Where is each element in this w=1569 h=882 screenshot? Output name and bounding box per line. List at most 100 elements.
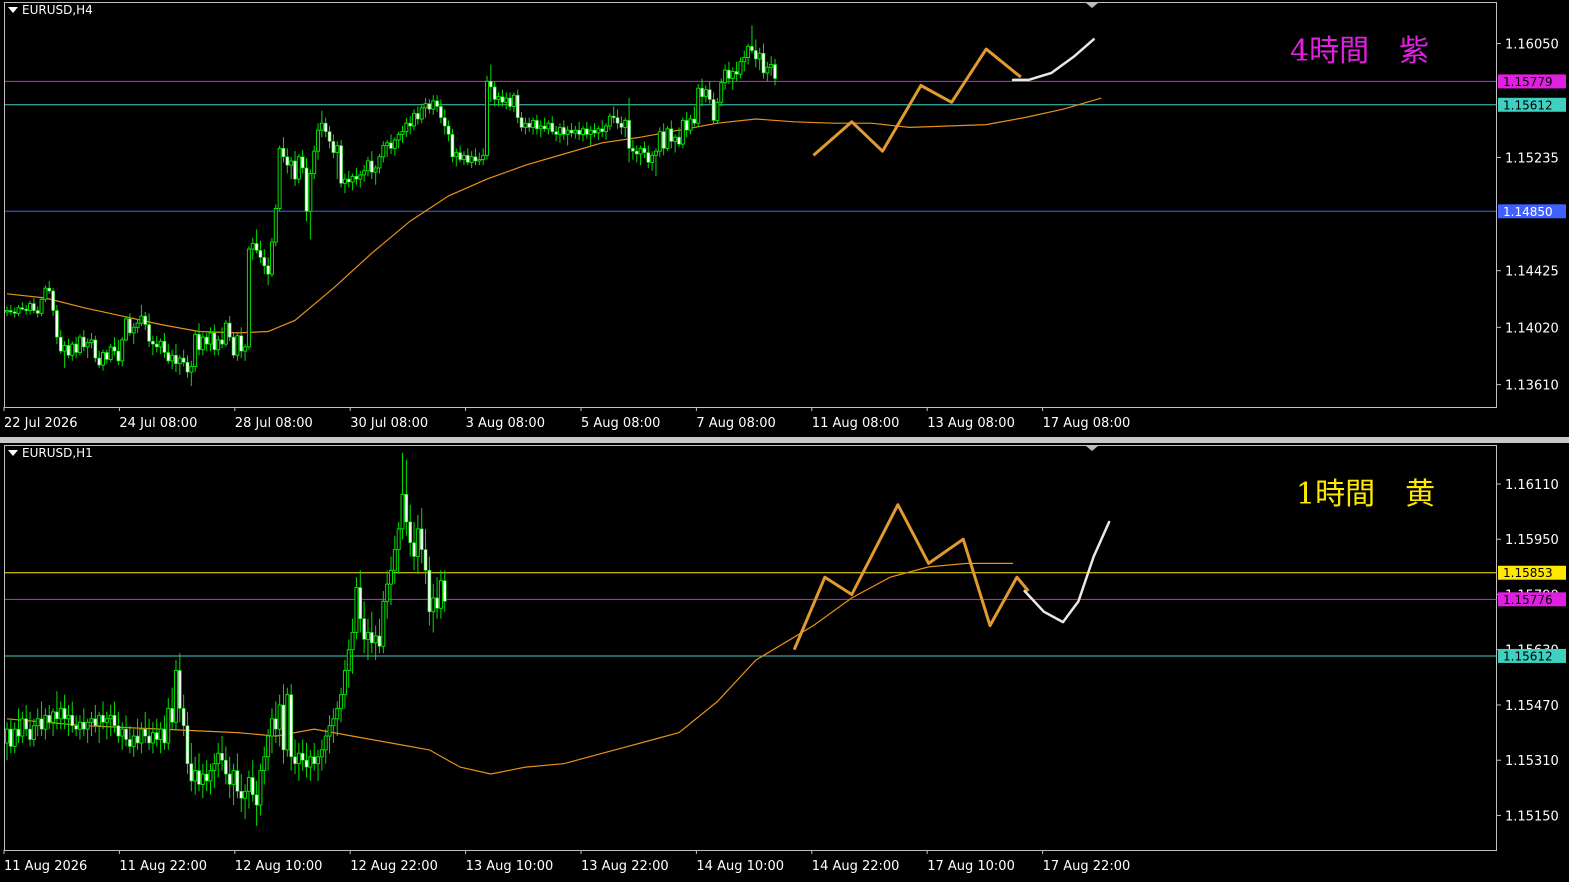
candle: [296, 153, 301, 184]
candle: [193, 330, 198, 373]
x-tick-label: 13 Aug 22:00: [581, 859, 669, 874]
candle: [43, 708, 48, 740]
candle-body: [235, 770, 240, 792]
candle: [404, 117, 409, 138]
candle-body: [277, 147, 282, 209]
candle-body: [319, 749, 324, 758]
candle: [162, 332, 167, 359]
candle: [139, 304, 144, 326]
moving-average-line: [6, 562, 1014, 775]
candle-body: [70, 343, 75, 356]
candle: [412, 109, 417, 131]
candle: [392, 137, 397, 156]
candle-body: [74, 343, 78, 353]
candle: [604, 123, 609, 140]
candle: [757, 47, 762, 71]
candle: [39, 701, 44, 737]
candle: [577, 121, 581, 140]
candle: [346, 170, 351, 188]
candle: [58, 330, 63, 354]
candle: [511, 92, 516, 113]
candle-body: [642, 148, 647, 153]
candle-body: [442, 117, 447, 127]
x-tick-label: 24 Jul 08:00: [119, 416, 197, 431]
candle-body: [342, 178, 347, 184]
candle: [381, 141, 386, 163]
candle: [216, 335, 221, 356]
candle: [323, 729, 328, 764]
candle-body: [51, 711, 56, 723]
chart-panel-h4[interactable]: EURUSD,H4 1.16050 1.15235 1.14425 1.14020 1.…: [0, 0, 1569, 437]
price-tag-label: 1.15853: [1503, 566, 1553, 580]
candle-body: [585, 128, 589, 135]
candle: [269, 708, 274, 754]
x-tick-label: 11 Aug 22:00: [119, 859, 207, 874]
candle-body: [189, 763, 194, 782]
candle-body: [489, 80, 493, 88]
candle-body: [523, 122, 528, 128]
candle: [85, 338, 90, 359]
candle: [477, 152, 482, 166]
candle: [189, 742, 194, 792]
candle: [427, 99, 432, 114]
candle-body: [16, 307, 21, 314]
candle: [281, 137, 286, 163]
candle: [220, 327, 224, 349]
candle-body: [239, 335, 244, 352]
candle: [246, 246, 251, 350]
candle-body: [93, 718, 98, 726]
candle: [423, 98, 428, 118]
candle-body: [677, 136, 681, 145]
candle-body: [742, 57, 747, 63]
candle: [158, 338, 163, 354]
candle: [101, 349, 105, 371]
candle: [208, 327, 213, 352]
candle: [312, 145, 317, 180]
y-tick-label: 1.15950: [1505, 533, 1559, 548]
candle-body: [339, 145, 343, 184]
candle: [312, 742, 317, 771]
chart-panel-h1[interactable]: EURUSD,H1 1.161101.159501.157901.156301.…: [0, 443, 1569, 882]
candle: [254, 780, 259, 826]
candle-body: [473, 156, 478, 162]
candle-body: [131, 326, 136, 334]
candle-body: [569, 129, 574, 134]
candle: [104, 711, 109, 740]
candle-body: [208, 770, 213, 782]
candle-body: [120, 339, 125, 362]
candle-body: [581, 128, 585, 135]
candle-body: [112, 715, 117, 726]
candle: [404, 459, 409, 536]
candle-body: [74, 725, 78, 730]
candle-body: [611, 115, 616, 118]
timeframe-annotation-h1: 1時間 黄: [1296, 477, 1436, 512]
candle-body: [404, 494, 409, 523]
candle-body: [377, 635, 382, 647]
candle: [373, 165, 378, 185]
candle: [508, 92, 512, 111]
candle-body: [327, 131, 332, 142]
zigzag-line: [792, 503, 1030, 651]
candle: [400, 452, 405, 540]
candle-body: [93, 339, 98, 359]
candle: [93, 704, 98, 733]
candle-body: [350, 631, 355, 651]
candle: [5, 306, 9, 317]
candle-body: [262, 257, 267, 267]
candle: [158, 722, 163, 754]
candle: [362, 165, 367, 182]
candle: [243, 344, 248, 361]
candle: [742, 50, 747, 72]
candle-body: [158, 340, 163, 348]
candle: [20, 302, 25, 311]
candle-body: [362, 170, 367, 176]
candle: [327, 715, 332, 754]
candle-body: [527, 122, 532, 128]
candle: [465, 148, 470, 166]
candle-body: [431, 100, 436, 110]
candle-body: [542, 125, 547, 130]
candle: [569, 123, 574, 138]
candle: [753, 39, 758, 68]
candle: [101, 701, 105, 730]
candle-body: [177, 357, 182, 365]
